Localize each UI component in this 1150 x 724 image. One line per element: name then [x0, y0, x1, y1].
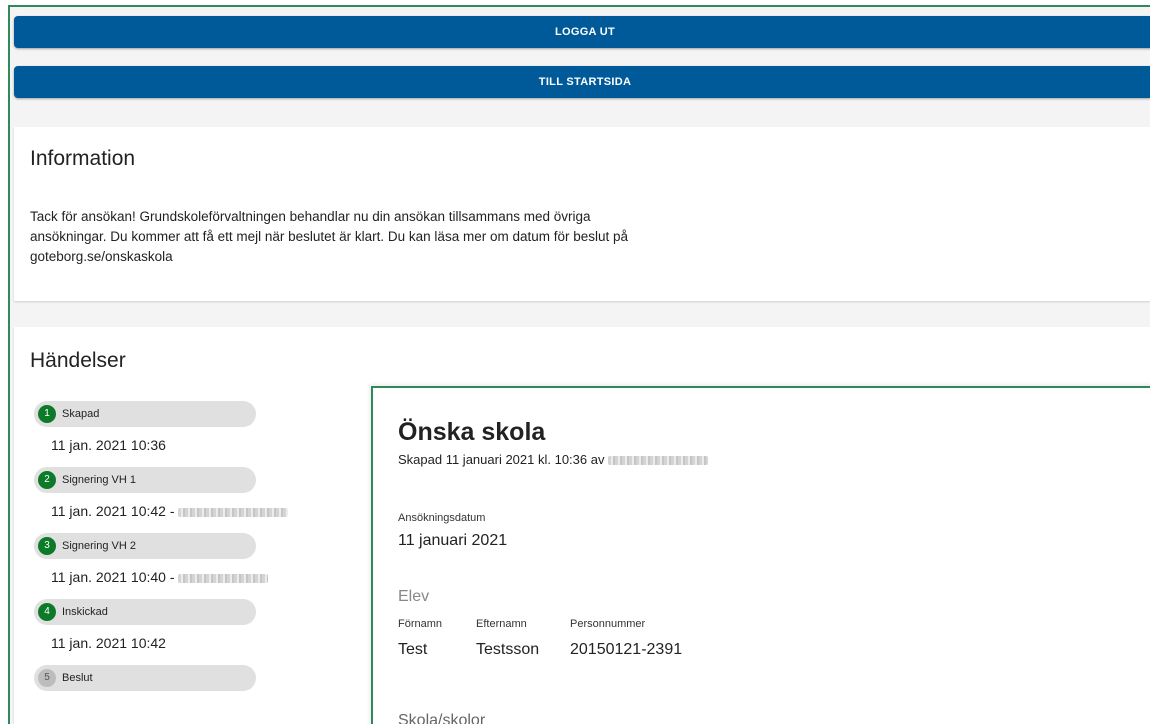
firstname-value: Test	[398, 641, 428, 658]
event-step-submitted: 4 Inskickad	[34, 599, 256, 625]
event-label: Inskickad	[62, 606, 108, 618]
schools-section-title: Skola/skolor	[398, 712, 486, 724]
home-button[interactable]: TILL STARTSIDA	[14, 66, 1150, 98]
step-number-badge: 5	[38, 669, 56, 687]
event-label: Skapad	[62, 408, 100, 420]
information-card: Information Tack för ansökan! Grundskole…	[14, 127, 1150, 301]
information-title: Information	[30, 147, 136, 170]
redacted-name	[608, 456, 709, 466]
event-label: Signering VH 1	[62, 474, 136, 486]
application-detail-panel: Önska skola Skapad 11 januari 2021 kl. 1…	[371, 386, 1150, 724]
event-label: Signering VH 2	[62, 540, 136, 552]
step-number-badge: 3	[38, 537, 56, 555]
redacted-name	[178, 573, 269, 583]
logout-button[interactable]: LOGGA UT	[14, 16, 1150, 48]
application-date-value: 11 januari 2021	[398, 532, 508, 549]
step-number-badge: 1	[38, 405, 56, 423]
lastname-label: Efternamn	[476, 618, 527, 630]
lastname-value: Testsson	[476, 641, 540, 658]
application-subtitle: Skapad 11 januari 2021 kl. 10:36 av	[398, 452, 709, 467]
event-time: 11 jan. 2021 10:42 -	[51, 503, 289, 519]
ssn-label: Personnummer	[570, 618, 646, 630]
event-step-decision: 5 Beslut	[34, 665, 256, 691]
event-time: 11 jan. 2021 10:42	[51, 635, 166, 651]
information-text: Tack för ansökan! Grundskoleförvaltninge…	[30, 209, 629, 264]
step-number-badge: 2	[38, 471, 56, 489]
event-step-created: 1 Skapad	[34, 401, 256, 427]
event-label: Beslut	[62, 672, 93, 684]
ssn-value: 20150121-2391	[570, 641, 683, 658]
student-section-title: Elev	[398, 588, 430, 605]
event-time: 11 jan. 2021 10:36	[51, 437, 166, 453]
event-step-signing-1: 2 Signering VH 1	[34, 467, 256, 493]
application-title: Önska skola	[398, 418, 546, 446]
event-time: 11 jan. 2021 10:40 -	[51, 569, 269, 585]
application-date-label: Ansökningsdatum	[398, 512, 486, 524]
event-step-signing-2: 3 Signering VH 2	[34, 533, 256, 559]
step-number-badge: 4	[38, 603, 56, 621]
redacted-name	[178, 507, 289, 517]
firstname-label: Förnamn	[398, 618, 443, 630]
events-title: Händelser	[30, 349, 126, 372]
